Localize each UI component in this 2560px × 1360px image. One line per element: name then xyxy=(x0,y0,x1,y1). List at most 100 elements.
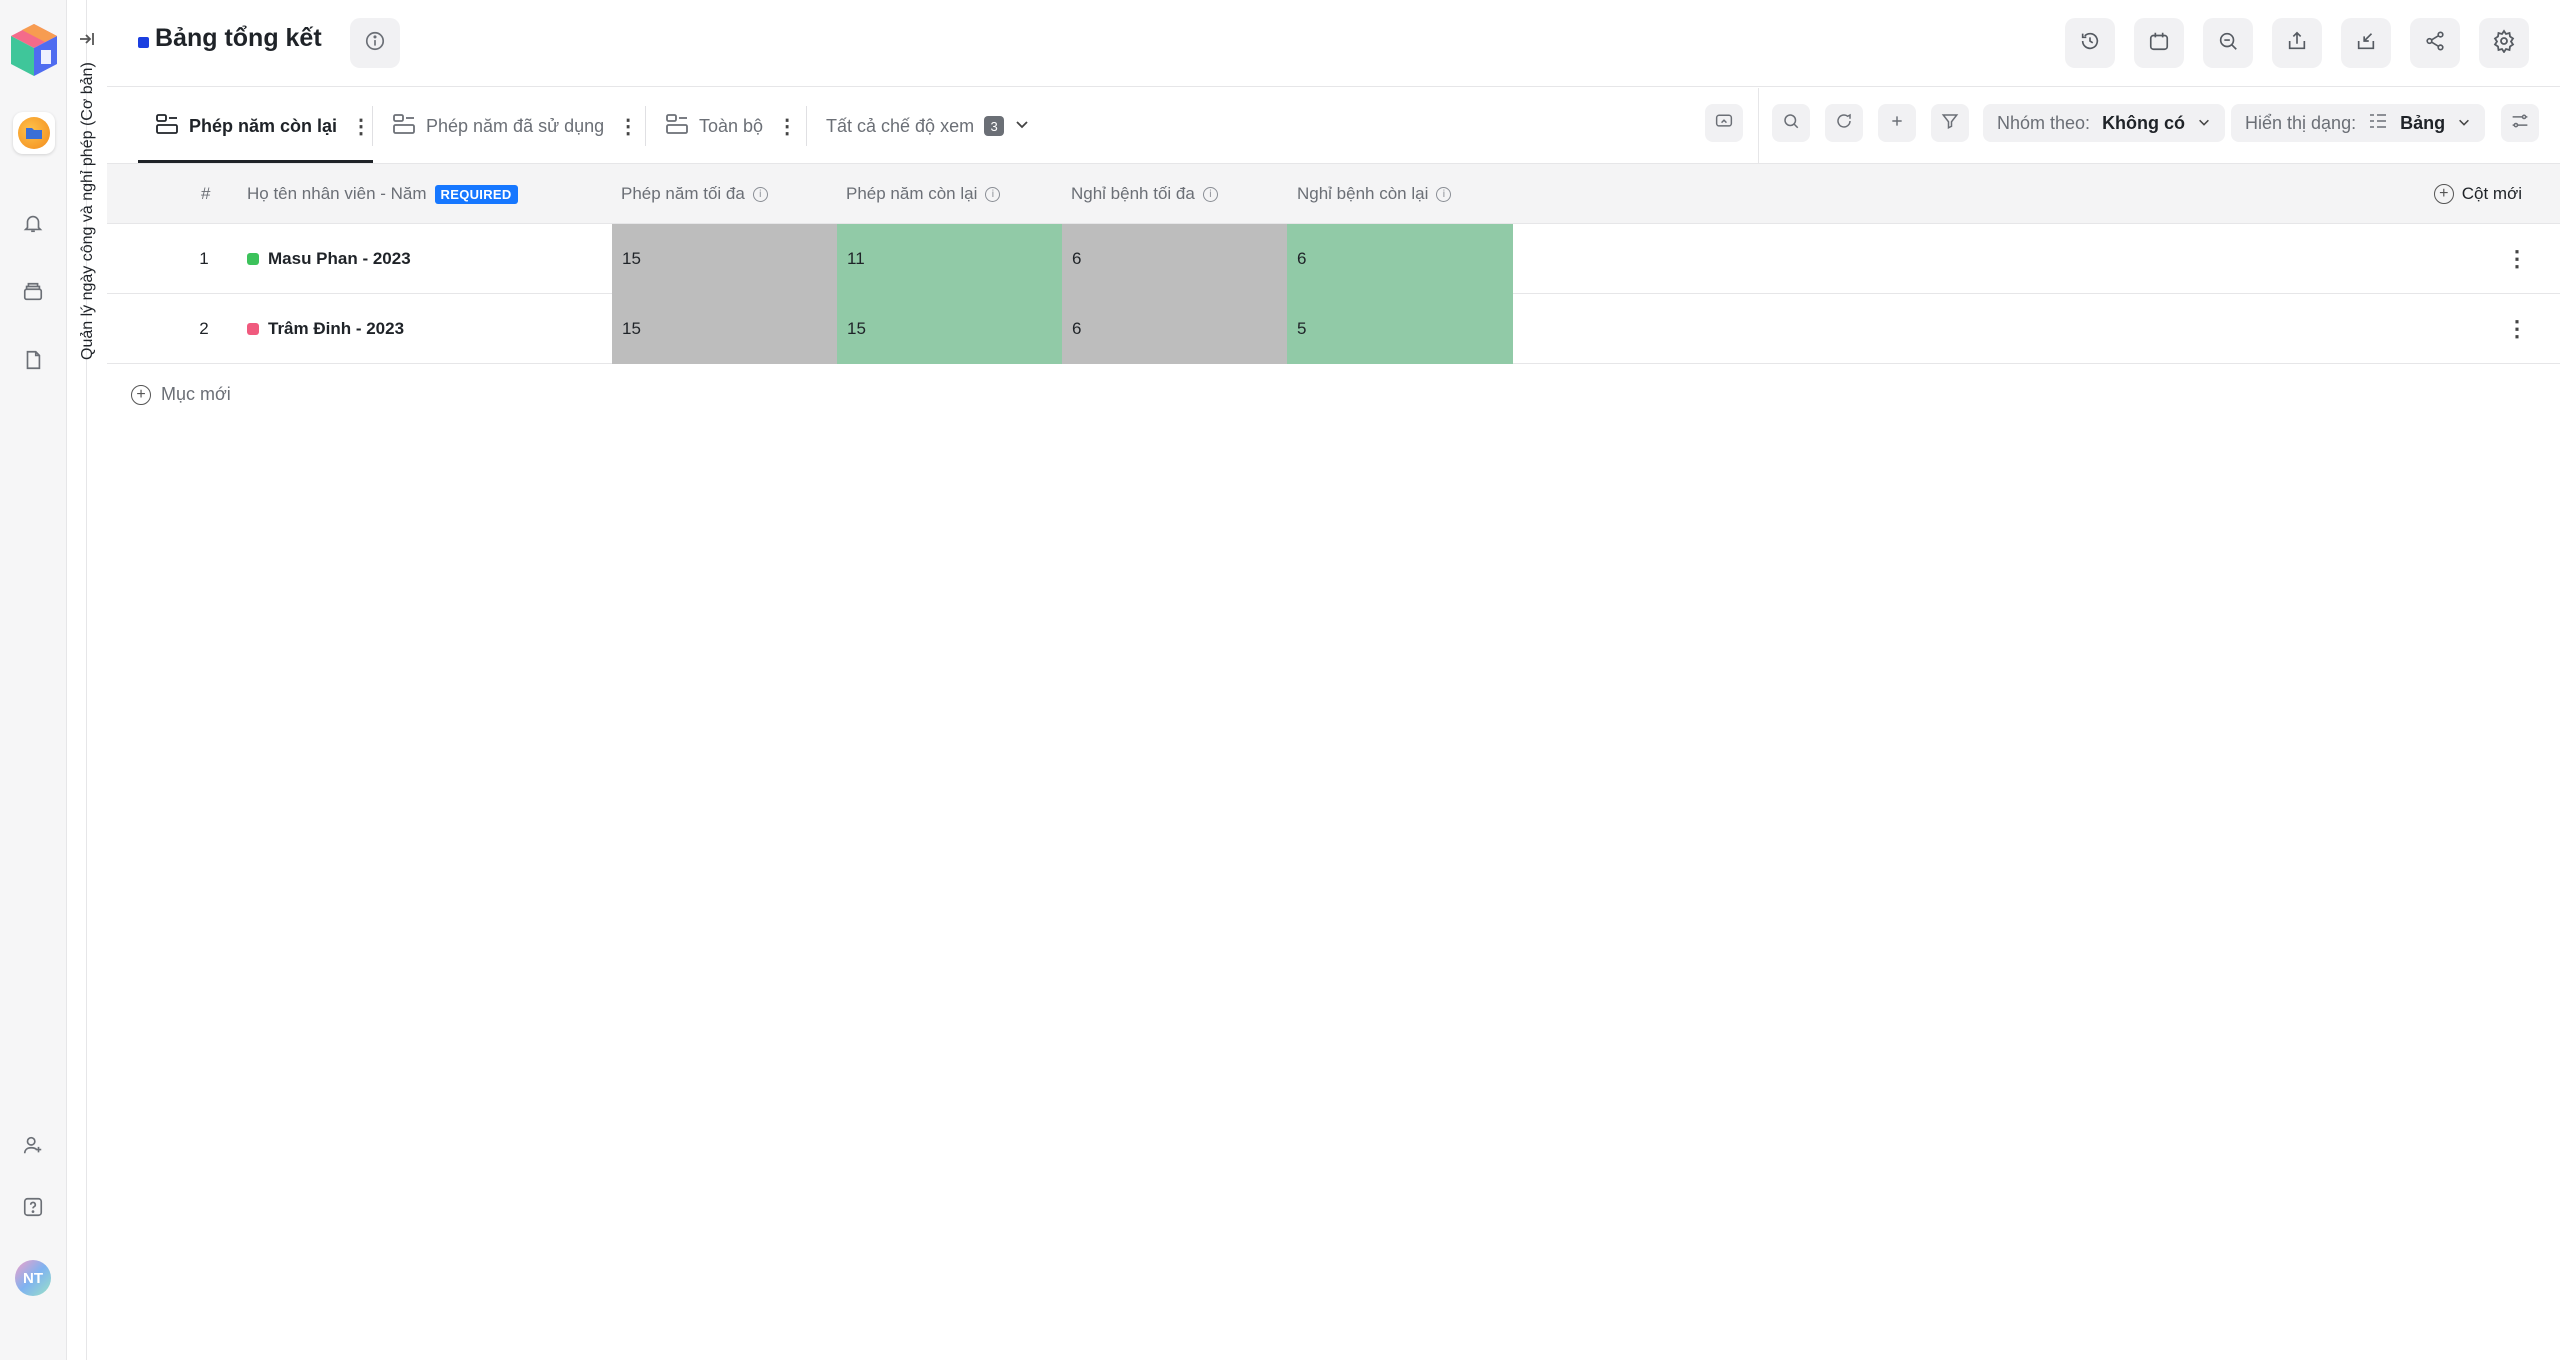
export-button[interactable] xyxy=(2272,18,2322,68)
row-menu-icon[interactable]: ⋮ xyxy=(2506,294,2528,364)
table-view-icon xyxy=(665,113,689,140)
info-icon[interactable]: i xyxy=(752,186,768,202)
status-dot xyxy=(247,323,259,335)
calendar-icon xyxy=(2148,30,2170,56)
row-index: 1 xyxy=(199,249,209,268)
column-label: Nghỉ bệnh còn lại xyxy=(1297,184,1429,203)
share-out-icon xyxy=(2286,30,2308,56)
search-button[interactable] xyxy=(1772,104,1810,142)
sick-left-cell[interactable]: 6 xyxy=(1287,224,1513,294)
tab-annual-leave-remaining[interactable]: Phép năm còn lại ⋮ xyxy=(155,88,371,164)
app-logo[interactable] xyxy=(7,20,61,80)
workspace-avatar[interactable] xyxy=(13,112,55,154)
info-icon[interactable]: i xyxy=(1436,186,1452,202)
collapse-icon[interactable] xyxy=(76,28,98,50)
table-view-icon xyxy=(155,113,179,140)
comment-icon xyxy=(1835,112,1853,135)
layers-icon[interactable] xyxy=(18,277,48,307)
settings-icon xyxy=(2492,29,2516,57)
sick-left-cell[interactable]: 5 xyxy=(1287,294,1513,364)
group-by-dropdown[interactable]: Nhóm theo: Không có xyxy=(1983,104,2226,142)
tab-annual-leave-used[interactable]: Phép năm đã sử dụng ⋮ xyxy=(392,88,638,164)
sick-max-cell[interactable]: 6 xyxy=(1062,224,1287,294)
column-header-annual-max[interactable]: Phép năm tối đa i xyxy=(621,164,768,224)
calendar-button[interactable] xyxy=(2134,18,2184,68)
sick-max-cell[interactable]: 6 xyxy=(1062,294,1287,364)
required-badge: REQUIRED xyxy=(434,184,518,204)
tab-all[interactable]: Toàn bộ ⋮ xyxy=(665,88,797,164)
employee-name-cell[interactable]: Masu Phan - 2023 xyxy=(237,224,611,294)
plus-circle-icon: + xyxy=(131,384,151,405)
all-views-label: Tất cả chế độ xem xyxy=(826,115,975,136)
new-column-label: Cột mới xyxy=(2461,184,2522,203)
tab-divider xyxy=(645,106,646,146)
info-icon[interactable]: i xyxy=(1202,186,1218,202)
employee-name: Trâm Đinh - 2023 xyxy=(268,319,405,338)
row-index: 2 xyxy=(199,319,209,338)
tab-menu-icon[interactable]: ⋮ xyxy=(777,114,797,139)
annual-max-cell[interactable]: 15 xyxy=(612,224,837,294)
annual-left-cell[interactable]: 15 xyxy=(837,294,1062,364)
left-sidebar: NT xyxy=(0,0,67,1360)
tab-divider xyxy=(806,106,807,146)
share-button[interactable] xyxy=(2410,18,2460,68)
column-label: Phép năm tối đa xyxy=(621,184,745,203)
filter-button[interactable] xyxy=(1931,104,1969,142)
all-views-dropdown[interactable]: Tất cả chế độ xem 3 xyxy=(826,88,1030,164)
row-menu-icon[interactable]: ⋮ xyxy=(2506,224,2528,294)
employee-name-cell[interactable]: Trâm Đinh - 2023 xyxy=(237,294,611,364)
column-header-name[interactable]: Họ tên nhân viên - Năm REQUIRED xyxy=(247,164,518,224)
search-zoom-icon xyxy=(2217,30,2239,56)
page-header: Bảng tổng kết xyxy=(107,0,2560,87)
sync-view-button[interactable] xyxy=(1705,104,1743,142)
document-icon[interactable] xyxy=(18,345,48,375)
column-label: Họ tên nhân viên - Năm xyxy=(247,184,427,203)
new-item-button[interactable]: + Mục mới xyxy=(131,384,231,405)
display-as-dropdown[interactable]: Hiển thị dạng: Bảng xyxy=(2231,104,2486,142)
tab-label: Phép năm còn lại xyxy=(189,115,338,136)
table-row[interactable]: 1 Masu Phan - 2023 15 11 6 6 ⋮ xyxy=(107,224,2560,294)
index-column-header: # xyxy=(201,184,211,203)
column-header-sick-left[interactable]: Nghỉ bệnh còn lại i xyxy=(1297,164,1452,224)
repeat-icon xyxy=(1714,112,1734,135)
info-button[interactable] xyxy=(350,18,400,68)
bell-icon[interactable] xyxy=(18,208,48,238)
new-item-label: Mục mới xyxy=(161,384,231,404)
tab-menu-icon[interactable]: ⋮ xyxy=(351,114,371,139)
info-icon[interactable]: i xyxy=(985,186,1001,202)
user-avatar[interactable]: NT xyxy=(15,1260,51,1296)
tab-label: Phép năm đã sử dụng xyxy=(426,115,605,136)
help-icon[interactable] xyxy=(18,1192,48,1222)
plus-circle-icon: + xyxy=(2433,184,2454,204)
import-button[interactable] xyxy=(2341,18,2391,68)
table-header: # Họ tên nhân viên - Năm REQUIRED Phép n… xyxy=(107,164,2560,224)
tab-menu-icon[interactable]: ⋮ xyxy=(618,114,638,139)
table-row[interactable]: 2 Trâm Đinh - 2023 15 15 6 5 ⋮ xyxy=(107,294,2560,364)
column-header-annual-left[interactable]: Phép năm còn lại i xyxy=(846,164,1001,224)
annual-max-cell[interactable]: 15 xyxy=(612,294,837,364)
add-user-icon[interactable] xyxy=(18,1130,48,1160)
history-button[interactable] xyxy=(2065,18,2115,68)
import-icon xyxy=(2355,30,2377,56)
view-settings-button[interactable] xyxy=(2501,104,2539,142)
active-tab-indicator xyxy=(138,160,373,163)
settings-button[interactable] xyxy=(2479,18,2529,68)
tab-label: Toàn bộ xyxy=(699,115,764,136)
page-title: Bảng tổng kết xyxy=(155,24,322,52)
toolbar-divider xyxy=(1758,88,1759,164)
new-column-button[interactable]: + Cột mới xyxy=(2433,164,2522,224)
list-view-icon xyxy=(2368,112,2388,135)
history-icon xyxy=(2079,30,2101,56)
filter-icon xyxy=(1941,112,1959,135)
views-count-badge: 3 xyxy=(984,116,1005,136)
column-header-sick-max[interactable]: Nghỉ bệnh tối đa i xyxy=(1071,164,1218,224)
add-button[interactable] xyxy=(1878,104,1916,142)
annual-left-cell[interactable]: 11 xyxy=(837,224,1062,294)
comment-button[interactable] xyxy=(1825,104,1863,142)
app-window: NT Quản lý ngày công và nghỉ phép (Cơ bả… xyxy=(0,0,2560,1360)
search-icon xyxy=(1782,112,1800,135)
table-view-icon xyxy=(392,113,416,140)
plus-icon xyxy=(1889,113,1905,134)
display-as-label: Hiển thị dạng: xyxy=(2245,112,2357,133)
search-zoom-button[interactable] xyxy=(2203,18,2253,68)
